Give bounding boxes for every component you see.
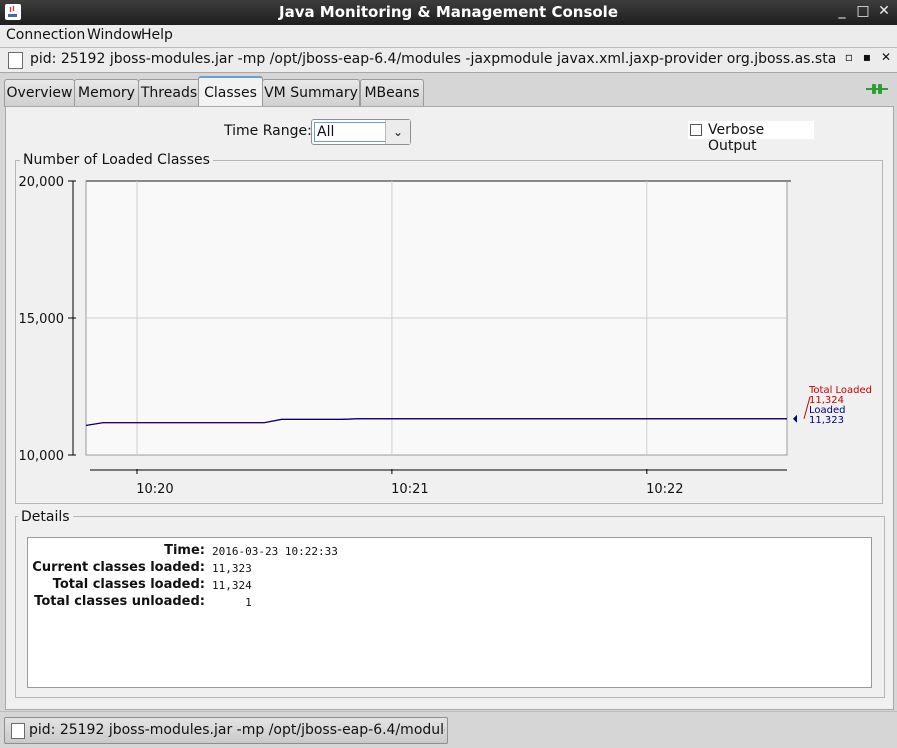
time-range-select[interactable]: All ⌄ (311, 119, 411, 145)
chevron-down-icon[interactable]: ⌄ (385, 120, 410, 144)
detail-label: Total classes unloaded: (34, 594, 205, 609)
detail-value: 11,323 (212, 562, 252, 575)
details-title: Details (18, 509, 73, 525)
tab-mbeans[interactable]: MBeans (360, 79, 424, 107)
internal-frame-title: pid: 25192 jboss-modules.jar -mp /opt/jb… (30, 51, 835, 67)
loaded-marker (793, 414, 797, 423)
tab-vm-summary[interactable]: VM Summary (262, 79, 360, 107)
internal-close-button[interactable]: ✕ (879, 50, 893, 64)
tab-classes[interactable]: Classes (198, 76, 263, 109)
detail-row-total: Total classes loaded: 11,324 (28, 577, 871, 594)
document-icon (11, 723, 25, 739)
x-tick-label: 10:20 (136, 482, 173, 497)
internal-frame-title-bar[interactable]: pid: 25192 jboss-modules.jar -mp /opt/jb… (0, 48, 897, 73)
tab-memory[interactable]: Memory (74, 79, 139, 107)
detail-label: Current classes loaded: (32, 560, 205, 575)
menu-window[interactable]: Window (87, 27, 142, 43)
verbose-output-label: Verbose Output (708, 122, 765, 154)
detail-label: Total classes loaded: (52, 577, 205, 592)
menu-connection[interactable]: Connection (6, 27, 85, 43)
taskbar-window-button[interactable]: pid: 25192 jboss-modules.jar -mp /opt/jb… (4, 717, 448, 744)
menu-help[interactable]: Help (141, 27, 173, 43)
loaded-classes-chart: 20,00015,00010,00010:20 10:21 10:22Total L… (19, 175, 873, 497)
y-tick-label: 15,000 (19, 312, 65, 327)
taskbar-window-label: pid: 25192 jboss-modules.jar -mp /opt/jb… (29, 722, 445, 738)
taskbar: pid: 25192 jboss-modules.jar -mp /opt/jb… (0, 711, 897, 748)
detail-row-current: Current classes loaded: 11,323 (28, 560, 871, 577)
menu-bar: Connection Window Help (0, 25, 897, 48)
details-box: Time: 2016-03-23 10:22:33 Current classe… (27, 537, 872, 688)
window-title: Java Monitoring & Management Console (278, 3, 618, 21)
y-tick-label: 20,000 (19, 175, 65, 190)
time-range-value: All (314, 122, 386, 142)
detail-value: 1 (212, 596, 252, 609)
verbose-output-checkbox[interactable]: Verbose Output (688, 121, 814, 154)
tab-threads[interactable]: Threads (138, 79, 200, 107)
time-range-label: Time Range: (224, 123, 312, 139)
y-tick-label: 10,000 (19, 449, 65, 464)
end-label-value: 11,323 (809, 415, 844, 426)
x-tick-label: 10:22 (646, 482, 683, 497)
detail-value: 11,324 (212, 579, 252, 592)
x-tick-label: 10:21 (391, 482, 428, 497)
connection-status-icon (866, 83, 888, 94)
chart-section-title: Number of Loaded Classes (20, 152, 213, 168)
detail-row-unloaded: Total classes unloaded: 1 (28, 594, 871, 611)
detail-label: Time: (164, 543, 205, 558)
detail-value: 2016-03-23 10:22:33 (212, 545, 338, 558)
document-icon (8, 52, 23, 69)
window-title-bar[interactable]: Java Monitoring & Management Console _ □… (0, 0, 897, 25)
close-window-button[interactable]: ✕ (876, 3, 892, 19)
tab-overview[interactable]: Overview (4, 79, 75, 107)
internal-maximize-button[interactable]: ▪ (860, 50, 874, 64)
classes-panel: Time Range: All ⌄ Verbose Output Number … (5, 106, 894, 710)
internal-minimize-button[interactable]: ▫ (842, 50, 856, 64)
checkbox-box[interactable] (690, 124, 702, 136)
minimize-window-button[interactable]: _ (834, 3, 850, 19)
maximize-window-button[interactable]: □ (855, 3, 871, 19)
detail-row-time: Time: 2016-03-23 10:22:33 (28, 543, 871, 560)
